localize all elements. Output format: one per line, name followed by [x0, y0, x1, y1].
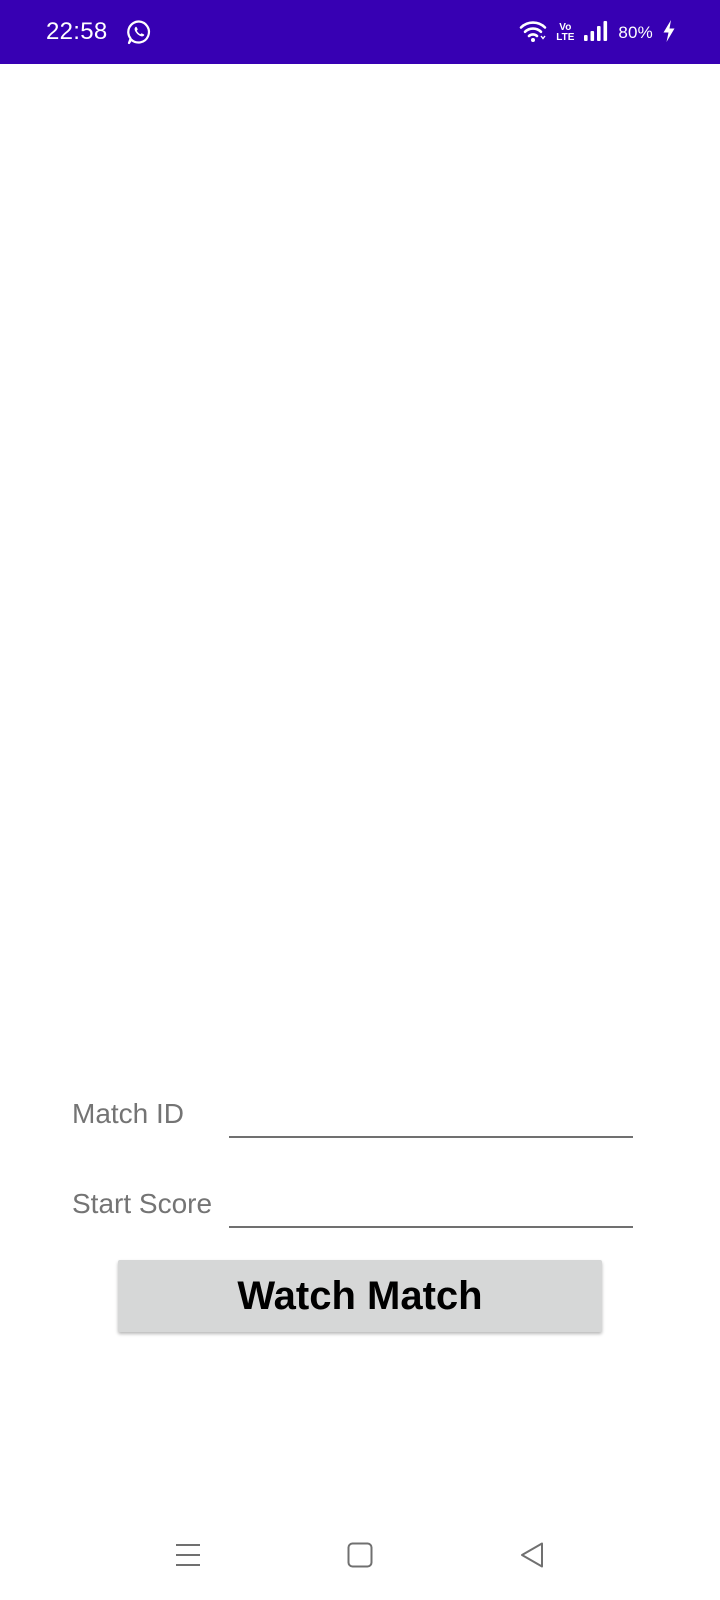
start-score-row: Start Score	[72, 1180, 633, 1230]
match-id-label: Match ID	[72, 1098, 185, 1129]
start-score-label: Start Score	[72, 1188, 213, 1219]
start-score-input[interactable]	[229, 1180, 633, 1228]
volte-icon: Vo LTE	[556, 23, 574, 43]
whatsapp-icon	[126, 19, 152, 45]
signal-icon	[583, 20, 609, 47]
battery-percent: 80%	[618, 23, 653, 42]
back-icon	[518, 1541, 546, 1574]
charging-icon	[662, 19, 676, 48]
status-icons: Vo LTE 80%	[519, 18, 676, 48]
menu-button[interactable]	[163, 1532, 213, 1582]
volte-bottom-text: LTE	[556, 32, 575, 43]
status-time: 22:58	[46, 18, 108, 45]
menu-icon	[174, 1541, 202, 1574]
status-bar: 22:58 Vo LTE 80%	[0, 0, 720, 64]
back-button[interactable]	[507, 1532, 557, 1582]
wifi-icon	[519, 19, 547, 48]
home-button[interactable]	[335, 1532, 385, 1582]
match-id-row: Match ID	[72, 1090, 633, 1140]
watch-match-button[interactable]: Watch Match	[118, 1260, 602, 1332]
match-id-input[interactable]	[229, 1090, 633, 1138]
navigation-bar	[0, 1520, 720, 1590]
home-icon	[346, 1541, 374, 1574]
